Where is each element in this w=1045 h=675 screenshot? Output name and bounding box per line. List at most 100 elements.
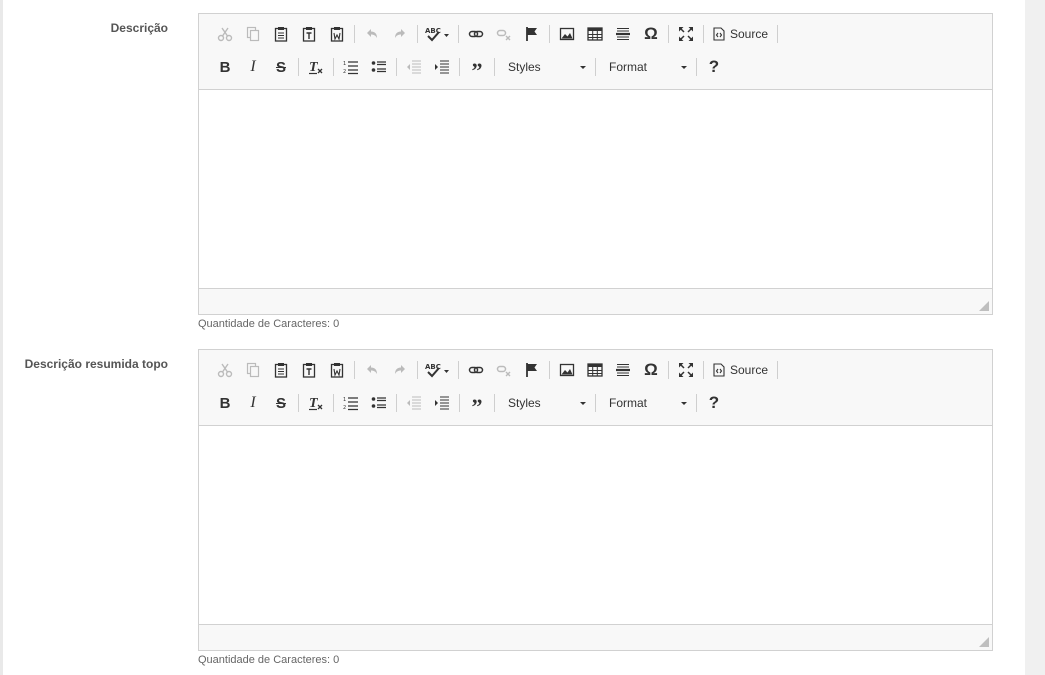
editor-toolbar: ABC Ω Source B I S T 1 2 ” Styles Format…: [199, 350, 992, 426]
toolbar-row-1: ABC Ω Source: [211, 22, 781, 46]
table-icon[interactable]: [581, 22, 609, 46]
strike-icon[interactable]: S: [267, 55, 295, 79]
strike-icon[interactable]: S: [267, 391, 295, 415]
maximize-icon[interactable]: [672, 358, 700, 382]
blockquote-icon[interactable]: ”: [463, 55, 491, 82]
anchor-icon[interactable]: [518, 22, 546, 46]
source-button[interactable]: Source: [707, 358, 774, 382]
spellcheck-icon[interactable]: ABC: [421, 358, 455, 382]
unlink-icon[interactable]: [490, 22, 518, 46]
svg-text:2: 2: [343, 405, 346, 411]
redo-icon[interactable]: [386, 358, 414, 382]
italic-icon[interactable]: I: [239, 391, 267, 415]
source-icon: [713, 363, 725, 377]
bulleted-list-icon[interactable]: [365, 55, 393, 79]
numbered-list-icon[interactable]: 12: [337, 55, 365, 79]
cut-icon[interactable]: [211, 22, 239, 46]
format-dropdown[interactable]: Format: [599, 55, 693, 79]
table-icon[interactable]: [581, 358, 609, 382]
paste-text-icon[interactable]: [295, 358, 323, 382]
blockquote-icon[interactable]: ”: [463, 391, 491, 418]
resize-handle-icon[interactable]: [979, 637, 989, 647]
undo-icon[interactable]: [358, 358, 386, 382]
horizontal-line-icon[interactable]: [609, 358, 637, 382]
toolbar-row-1: ABC Ω Source: [211, 358, 781, 382]
spellcheck-icon[interactable]: ABC: [421, 22, 455, 46]
toolbar-separator: [298, 58, 299, 76]
remove-format-icon[interactable]: T: [302, 55, 330, 79]
svg-text:2: 2: [343, 69, 346, 75]
link-icon[interactable]: [462, 22, 490, 46]
svg-text:T: T: [309, 396, 319, 411]
toolbar-separator: [777, 361, 779, 379]
format-dropdown-label: Format: [609, 396, 648, 410]
toolbar-separator: [696, 394, 697, 412]
link-icon[interactable]: [462, 358, 490, 382]
image-icon[interactable]: [553, 22, 581, 46]
copy-icon[interactable]: [239, 22, 267, 46]
toolbar-separator: [703, 25, 704, 43]
right-scrollbar-track[interactable]: [1025, 0, 1045, 675]
redo-icon[interactable]: [386, 22, 414, 46]
anchor-icon[interactable]: [518, 358, 546, 382]
paste-text-icon[interactable]: [295, 22, 323, 46]
bulleted-list-icon[interactable]: [365, 391, 393, 415]
italic-icon[interactable]: I: [239, 55, 267, 79]
character-count: Quantidade de Caracteres: 0: [198, 654, 340, 666]
toolbar-separator: [417, 25, 418, 43]
toolbar-separator: [417, 361, 418, 379]
cut-icon[interactable]: [211, 358, 239, 382]
resize-handle-icon[interactable]: [979, 301, 989, 311]
svg-text:1: 1: [343, 61, 346, 67]
maximize-icon[interactable]: [672, 22, 700, 46]
rich-text-editor-descricao: ABC Ω Source B I S T 1 2 ” Styles Format…: [198, 13, 993, 315]
bold-icon[interactable]: B: [211, 391, 239, 415]
format-dropdown[interactable]: Format: [599, 391, 693, 415]
indent-icon[interactable]: [428, 55, 456, 79]
image-icon[interactable]: [553, 358, 581, 382]
editor-status-bar: [199, 624, 992, 650]
toolbar-separator: [459, 394, 460, 412]
special-char-icon[interactable]: Ω: [637, 358, 665, 382]
toolbar-separator: [703, 361, 704, 379]
source-button[interactable]: Source: [707, 22, 774, 46]
paste-word-icon[interactable]: [323, 358, 351, 382]
outdent-icon[interactable]: [400, 55, 428, 79]
styles-dropdown-label: Styles: [508, 60, 541, 74]
remove-format-icon[interactable]: T: [302, 391, 330, 415]
paste-word-icon[interactable]: [323, 22, 351, 46]
chevron-down-icon: [681, 65, 687, 69]
special-char-icon[interactable]: Ω: [637, 22, 665, 46]
left-page-border: [0, 0, 3, 675]
svg-text:1: 1: [343, 397, 346, 403]
editor-content-area[interactable]: [199, 90, 992, 290]
styles-dropdown[interactable]: Styles: [498, 391, 592, 415]
copy-icon[interactable]: [239, 358, 267, 382]
chevron-down-icon: [580, 65, 586, 69]
outdent-icon[interactable]: [400, 391, 428, 415]
toolbar-separator: [333, 394, 334, 412]
help-icon[interactable]: ?: [700, 391, 728, 415]
toolbar-separator: [668, 25, 669, 43]
toolbar-separator: [494, 58, 495, 76]
indent-icon[interactable]: [428, 391, 456, 415]
toolbar-separator: [333, 58, 334, 76]
styles-dropdown[interactable]: Styles: [498, 55, 592, 79]
editor-toolbar: ABC Ω Source B I S T 1 2 ” Styles Format…: [199, 14, 992, 90]
field-label-descricao-resumida-topo: Descrição resumida topo: [24, 357, 168, 371]
svg-text:T: T: [309, 60, 319, 75]
numbered-list-icon[interactable]: 12: [337, 391, 365, 415]
help-icon[interactable]: ?: [700, 55, 728, 79]
paste-icon[interactable]: [267, 22, 295, 46]
editor-content-area[interactable]: [199, 426, 992, 626]
toolbar-separator: [459, 58, 460, 76]
unlink-icon[interactable]: [490, 358, 518, 382]
undo-icon[interactable]: [358, 22, 386, 46]
toolbar-separator: [396, 58, 397, 76]
bold-icon[interactable]: B: [211, 55, 239, 79]
paste-icon[interactable]: [267, 358, 295, 382]
editor-status-bar: [199, 288, 992, 314]
toolbar-separator: [298, 394, 299, 412]
styles-dropdown-label: Styles: [508, 396, 541, 410]
horizontal-line-icon[interactable]: [609, 22, 637, 46]
